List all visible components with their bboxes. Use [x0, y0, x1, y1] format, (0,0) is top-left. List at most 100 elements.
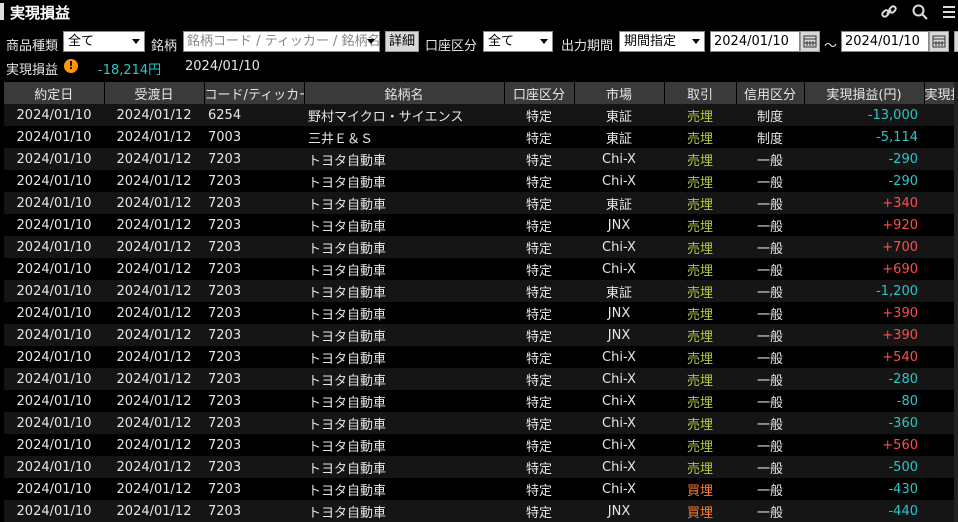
credit-cell: 一般 [736, 236, 804, 258]
account-cell: 特定 [504, 214, 574, 236]
extra-cell [924, 148, 958, 170]
table-row[interactable]: 2024/01/10 2024/01/12 7203 トヨタ自動車 特定 Chi-X 売埋一… [4, 412, 958, 434]
pl-cell: -13,000 [804, 104, 924, 126]
trade-date-cell: 2024/01/10 [4, 324, 104, 346]
name-cell: トヨタ自動車 [304, 170, 504, 192]
filter-bar: 商品種類 全て 銘柄 銘柄コード / ティッカー / 銘柄名 詳細 口座区分 全… [0, 29, 958, 55]
account-cell: 特定 [504, 148, 574, 170]
extra-cell [924, 500, 958, 522]
table-row[interactable]: 2024/01/10 2024/01/12 7203 トヨタ自動車 特定 東証 売埋 一般 -1… [4, 280, 958, 302]
settle-date-cell: 2024/01/12 [104, 148, 204, 170]
column-header[interactable]: 約定日 [4, 82, 105, 104]
table-row[interactable]: 2024/01/10 2024/01/12 7203 トヨタ自動車 特定 Chi-X 売埋一… [4, 258, 958, 280]
table-row[interactable]: 2024/01/10 2024/01/12 7203 トヨタ自動車 特定 Chi-X 売埋一… [4, 170, 958, 192]
table-row[interactable]: 2024/01/10 2024/01/12 7203 トヨタ自動車 特定 Chi-X 売埋一… [4, 148, 958, 170]
title-accent [0, 3, 4, 20]
column-header[interactable]: コード/ティッカー [204, 82, 305, 104]
chevron-down-icon [692, 39, 700, 44]
overflow-control[interactable] [954, 31, 958, 52]
menu-icon[interactable] [942, 3, 958, 21]
date-to-input[interactable]: 2024/01/10 [841, 31, 929, 52]
settle-date-cell: 2024/01/12 [104, 500, 204, 522]
link-icon[interactable] [880, 3, 898, 21]
account-cell: 特定 [504, 456, 574, 478]
warning-icon[interactable]: ! [64, 59, 78, 73]
trade-date-cell: 2024/01/10 [4, 192, 104, 214]
date-from-input[interactable]: 2024/01/10 [710, 31, 800, 52]
market-cell: 東証 [574, 126, 664, 148]
column-header[interactable]: 信用区分 [736, 82, 805, 104]
side-cell: 売埋 [664, 346, 736, 368]
extra-cell [924, 126, 958, 148]
market-cell: Chi-X [574, 368, 664, 390]
credit-cell: 制度 [736, 126, 804, 148]
calendar-icon[interactable] [929, 31, 949, 52]
table-row[interactable]: 2024/01/10 2024/01/12 7203 トヨタ自動車 特定 Chi-X 売埋一… [4, 346, 958, 368]
period-select-value: 期間指定 [624, 34, 677, 49]
account-cell: 特定 [504, 280, 574, 302]
results-table: 約定日 受渡日 コード/ティッカー 銘柄名 口座区分 市場 取引 信用区分 実現… [4, 82, 958, 522]
table-row[interactable]: 2024/01/10 2024/01/12 7203 トヨタ自動車 特定 Chi-X 売埋一… [4, 390, 958, 412]
extra-cell [924, 390, 958, 412]
settle-date-cell: 2024/01/12 [104, 434, 204, 456]
calendar-icon[interactable] [800, 31, 820, 52]
page-title: 実現損益 [10, 4, 71, 22]
side-cell: 売埋 [664, 214, 736, 236]
market-cell: JNX [574, 500, 664, 522]
account-cell: 特定 [504, 192, 574, 214]
code-cell: 7203 [204, 192, 304, 214]
search-icon[interactable] [911, 3, 929, 21]
table-row[interactable]: 2024/01/10 2024/01/12 7203 トヨタ自動車 特定 Chi-X 売埋一… [4, 434, 958, 456]
period-select[interactable]: 期間指定 [619, 31, 705, 52]
column-header[interactable]: 銘柄名 [304, 82, 505, 104]
extra-cell [924, 346, 958, 368]
table-row[interactable]: 2024/01/10 2024/01/12 7203 トヨタ自動車 特定 Chi-X 売埋一… [4, 236, 958, 258]
trade-date-cell: 2024/01/10 [4, 456, 104, 478]
column-header[interactable]: 実現損 [924, 82, 958, 104]
extra-cell [924, 214, 958, 236]
settle-date-cell: 2024/01/12 [104, 390, 204, 412]
table-row[interactable]: 2024/01/10 2024/01/12 6254 野村マイクロ・サイエンス 特定 東証… [4, 104, 958, 126]
table-row[interactable]: 2024/01/10 2024/01/12 7203 トヨタ自動車 特定 JNX 買埋 一般 -… [4, 500, 958, 522]
credit-cell: 一般 [736, 324, 804, 346]
column-header[interactable]: 受渡日 [104, 82, 205, 104]
side-cell: 売埋 [664, 126, 736, 148]
table-row[interactable]: 2024/01/10 2024/01/12 7203 トヨタ自動車 特定 JNX 売埋 一般 +… [4, 214, 958, 236]
column-header[interactable]: 市場 [574, 82, 665, 104]
code-cell: 7003 [204, 126, 304, 148]
table-row[interactable]: 2024/01/10 2024/01/12 7003 三井Ｅ＆Ｓ 特定 東証 売埋 制度 -5,… [4, 126, 958, 148]
stock-search-input[interactable]: 銘柄コード / ティッカー / 銘柄名 [183, 31, 380, 52]
table-row[interactable]: 2024/01/10 2024/01/12 7203 トヨタ自動車 特定 Chi-X 売埋一… [4, 456, 958, 478]
table-row[interactable]: 2024/01/10 2024/01/12 7203 トヨタ自動車 特定 東証 売埋 一般 +3… [4, 192, 958, 214]
title-bar: 実現損益 [0, 0, 958, 24]
credit-cell: 一般 [736, 148, 804, 170]
extra-cell [924, 192, 958, 214]
vertical-scrollbar[interactable] [954, 82, 958, 522]
account-select[interactable]: 全て [483, 31, 553, 52]
table-row[interactable]: 2024/01/10 2024/01/12 7203 トヨタ自動車 特定 JNX 売埋 一般 +… [4, 324, 958, 346]
trade-date-cell: 2024/01/10 [4, 434, 104, 456]
account-label: 口座区分 [425, 39, 478, 54]
trade-date-cell: 2024/01/10 [4, 390, 104, 412]
account-cell: 特定 [504, 500, 574, 522]
column-header[interactable]: 取引 [664, 82, 737, 104]
table-row[interactable]: 2024/01/10 2024/01/12 7203 トヨタ自動車 特定 Chi-X 買埋一… [4, 478, 958, 500]
column-header[interactable]: 口座区分 [504, 82, 575, 104]
name-cell: トヨタ自動車 [304, 324, 504, 346]
side-cell: 売埋 [664, 148, 736, 170]
account-cell: 特定 [504, 302, 574, 324]
table-row[interactable]: 2024/01/10 2024/01/12 7203 トヨタ自動車 特定 JNX 売埋 一般 +… [4, 302, 958, 324]
market-cell: Chi-X [574, 170, 664, 192]
credit-cell: 一般 [736, 346, 804, 368]
name-cell: トヨタ自動車 [304, 192, 504, 214]
column-header[interactable]: 実現損益(円) [804, 82, 925, 104]
settle-date-cell: 2024/01/12 [104, 214, 204, 236]
market-cell: Chi-X [574, 236, 664, 258]
name-cell: トヨタ自動車 [304, 368, 504, 390]
name-cell: 野村マイクロ・サイエンス [304, 104, 504, 126]
credit-cell: 一般 [736, 368, 804, 390]
product-select[interactable]: 全て [63, 31, 145, 52]
table-row[interactable]: 2024/01/10 2024/01/12 7203 トヨタ自動車 特定 Chi-X 売埋一… [4, 368, 958, 390]
detail-button[interactable]: 詳細 [385, 31, 419, 52]
chevron-down-icon [367, 39, 375, 44]
